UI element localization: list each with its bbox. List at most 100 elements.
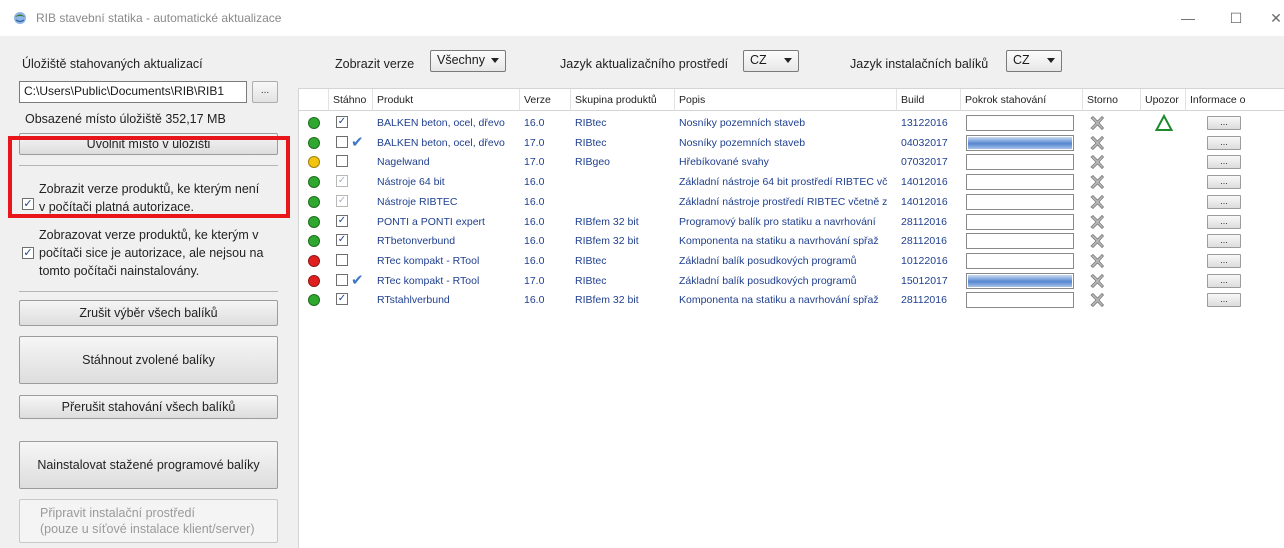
table-row[interactable]: ✓ RTbetonverbund 16.0 RIBfem 32 bit Komponen…: [299, 230, 1284, 252]
storage-path-input[interactable]: C:\Users\Public\Documents\RIB\RIB1: [19, 81, 247, 103]
cell-build: 14012016: [901, 176, 948, 189]
clear-selection-button[interactable]: Zrušit výběr všech balíků: [19, 300, 278, 326]
info-button[interactable]: ...: [1207, 293, 1241, 308]
download-progress-bar: [966, 174, 1074, 191]
download-checkbox[interactable]: [336, 253, 348, 266]
info-button[interactable]: ...: [1207, 135, 1241, 150]
highlight-frame: [8, 136, 290, 218]
minimize-icon[interactable]: —: [1178, 8, 1198, 28]
status-dot-icon: [308, 117, 320, 129]
download-checkbox[interactable]: ✓: [336, 116, 348, 128]
table-row[interactable]: ✓ RTstahlverbund 16.0 RIBfem 32 bit Komponen…: [299, 289, 1284, 311]
info-button[interactable]: ...: [1207, 194, 1241, 209]
header-downloaded[interactable]: Stáhno: [329, 89, 373, 111]
table-row[interactable]: ✓ BALKEN beton, ocel, dřevo 16.0 RIBtec Nosn…: [299, 112, 1284, 134]
package-lang-select[interactable]: CZ: [1006, 50, 1062, 72]
status-dot-icon: [308, 294, 320, 307]
close-x-icon[interactable]: [1088, 232, 1106, 250]
cell-product: BALKEN beton, ocel, dřevo: [377, 136, 505, 149]
progress-fill: [968, 136, 1072, 149]
close-x-icon[interactable]: [1088, 272, 1106, 290]
chevron-down-icon: [491, 58, 499, 63]
update-lang-select[interactable]: CZ: [743, 50, 799, 72]
table-row[interactable]: Nagelwand 17.0 RIBgeo Hřebíkované svahy 0703…: [299, 151, 1284, 173]
maximize-icon[interactable]: ☐: [1226, 8, 1246, 28]
info-button[interactable]: ...: [1207, 175, 1241, 190]
show-not-installed-checkbox[interactable]: ✓: [22, 247, 34, 259]
header-build[interactable]: Build: [897, 89, 961, 111]
status-dot-icon: [308, 156, 320, 169]
cell-group: RIBtec: [575, 117, 607, 129]
info-button[interactable]: ...: [1207, 155, 1241, 170]
info-button[interactable]: ...: [1207, 253, 1241, 268]
cell-version: 16.0: [524, 117, 545, 129]
download-checkbox[interactable]: ✓: [336, 194, 348, 207]
close-x-icon[interactable]: [1088, 134, 1106, 152]
stop-download-button[interactable]: Přerušit stahování všech balíků: [19, 395, 278, 419]
table-row[interactable]: ✔ RTec kompakt - RTool 17.0 RIBtec Základní …: [299, 270, 1284, 292]
download-checkbox[interactable]: [336, 135, 348, 148]
download-progress-bar: [966, 115, 1074, 131]
info-button[interactable]: ...: [1207, 214, 1241, 229]
cell-description: Základní nástroje 64 bit prostředí RIBTE…: [679, 176, 888, 189]
cell-group: RIBfem 32 bit: [575, 294, 639, 307]
download-checkbox[interactable]: ✓: [336, 214, 348, 227]
close-x-icon[interactable]: [1088, 173, 1106, 191]
download-progress-bar: [966, 193, 1074, 210]
header-progress[interactable]: Pokrok stahování: [961, 89, 1083, 111]
checkmark-icon: ✔: [351, 271, 364, 289]
filter-bar: Zobrazit verze Všechny Jazyk aktualizačn…: [290, 36, 1284, 86]
download-checkbox[interactable]: ✓: [336, 234, 348, 247]
close-x-icon[interactable]: [1088, 193, 1106, 211]
info-button[interactable]: ...: [1207, 116, 1241, 130]
download-checkbox[interactable]: ✓: [336, 293, 348, 306]
cell-build: 14012016: [901, 195, 948, 208]
header-description[interactable]: Popis: [675, 89, 897, 111]
header-cancel[interactable]: Storno: [1083, 89, 1141, 111]
warning-triangle-icon[interactable]: [1155, 114, 1173, 132]
header-product[interactable]: Produkt: [373, 89, 520, 111]
header-warning[interactable]: Upozor: [1141, 89, 1186, 111]
install-button[interactable]: Nainstalovat stažené programové balíky: [19, 441, 278, 489]
show-versions-label: Zobrazit verze: [335, 57, 415, 71]
table-row[interactable]: ✓ PONTI a PONTI expert 16.0 RIBfem 32 bit Pr…: [299, 211, 1284, 233]
download-progress-bar: [966, 252, 1074, 269]
download-checkbox[interactable]: [336, 155, 348, 168]
cell-description: Hřebíkované svahy: [679, 156, 769, 169]
close-x-icon[interactable]: [1088, 114, 1106, 132]
close-x-icon[interactable]: [1088, 153, 1106, 171]
header-group[interactable]: Skupina produktů: [571, 89, 675, 111]
header-info[interactable]: Informace o: [1186, 89, 1284, 111]
table-row[interactable]: RTec kompakt - RTool 16.0 RIBtec Základní b…: [299, 250, 1284, 272]
download-checkbox[interactable]: [336, 273, 348, 286]
chevron-down-icon: [1047, 58, 1055, 63]
close-x-icon[interactable]: [1088, 291, 1106, 309]
show-versions-select[interactable]: Všechny: [430, 50, 506, 72]
info-button[interactable]: ...: [1207, 234, 1241, 249]
header-version[interactable]: Verze: [520, 89, 571, 111]
close-x-icon[interactable]: [1088, 252, 1106, 270]
cell-group: [571, 171, 675, 193]
browse-button[interactable]: ...: [252, 81, 278, 103]
download-checkbox[interactable]: ✓: [336, 175, 348, 188]
cell-product: Nástroje RIBTEC: [377, 195, 458, 208]
close-x-icon[interactable]: [1088, 213, 1106, 231]
cell-product: RTbetonverbund: [377, 235, 456, 248]
cell-description: Komponenta na statiku a navrhování spřaž: [679, 294, 879, 307]
close-icon[interactable]: ✕: [1266, 8, 1284, 28]
info-button[interactable]: ...: [1207, 273, 1241, 288]
cell-product: Nagelwand: [377, 156, 430, 169]
show-versions-value: Všechny: [437, 53, 485, 67]
download-button[interactable]: Stáhnout zvolené balíky: [19, 336, 278, 384]
cell-product: Nástroje 64 bit: [377, 176, 445, 189]
cell-group: RIBtec: [575, 274, 607, 287]
download-progress-bar: [966, 292, 1074, 309]
cell-build: 10122016: [901, 254, 948, 267]
package-lang-label: Jazyk instalačních balíků: [850, 57, 989, 71]
table-row[interactable]: ✓ Nástroje RIBTEC 16.0 Základní nástroje pr…: [299, 191, 1284, 213]
cell-version: 16.0: [524, 176, 545, 189]
table-row[interactable]: ✓ Nástroje 64 bit 16.0 Základní nástroje 64…: [299, 171, 1284, 193]
cell-version: 16.0: [524, 235, 545, 248]
download-progress-bar: [966, 272, 1074, 289]
table-row[interactable]: ✔ BALKEN beton, ocel, dřevo 17.0 RIBtec Nosn…: [299, 132, 1284, 154]
